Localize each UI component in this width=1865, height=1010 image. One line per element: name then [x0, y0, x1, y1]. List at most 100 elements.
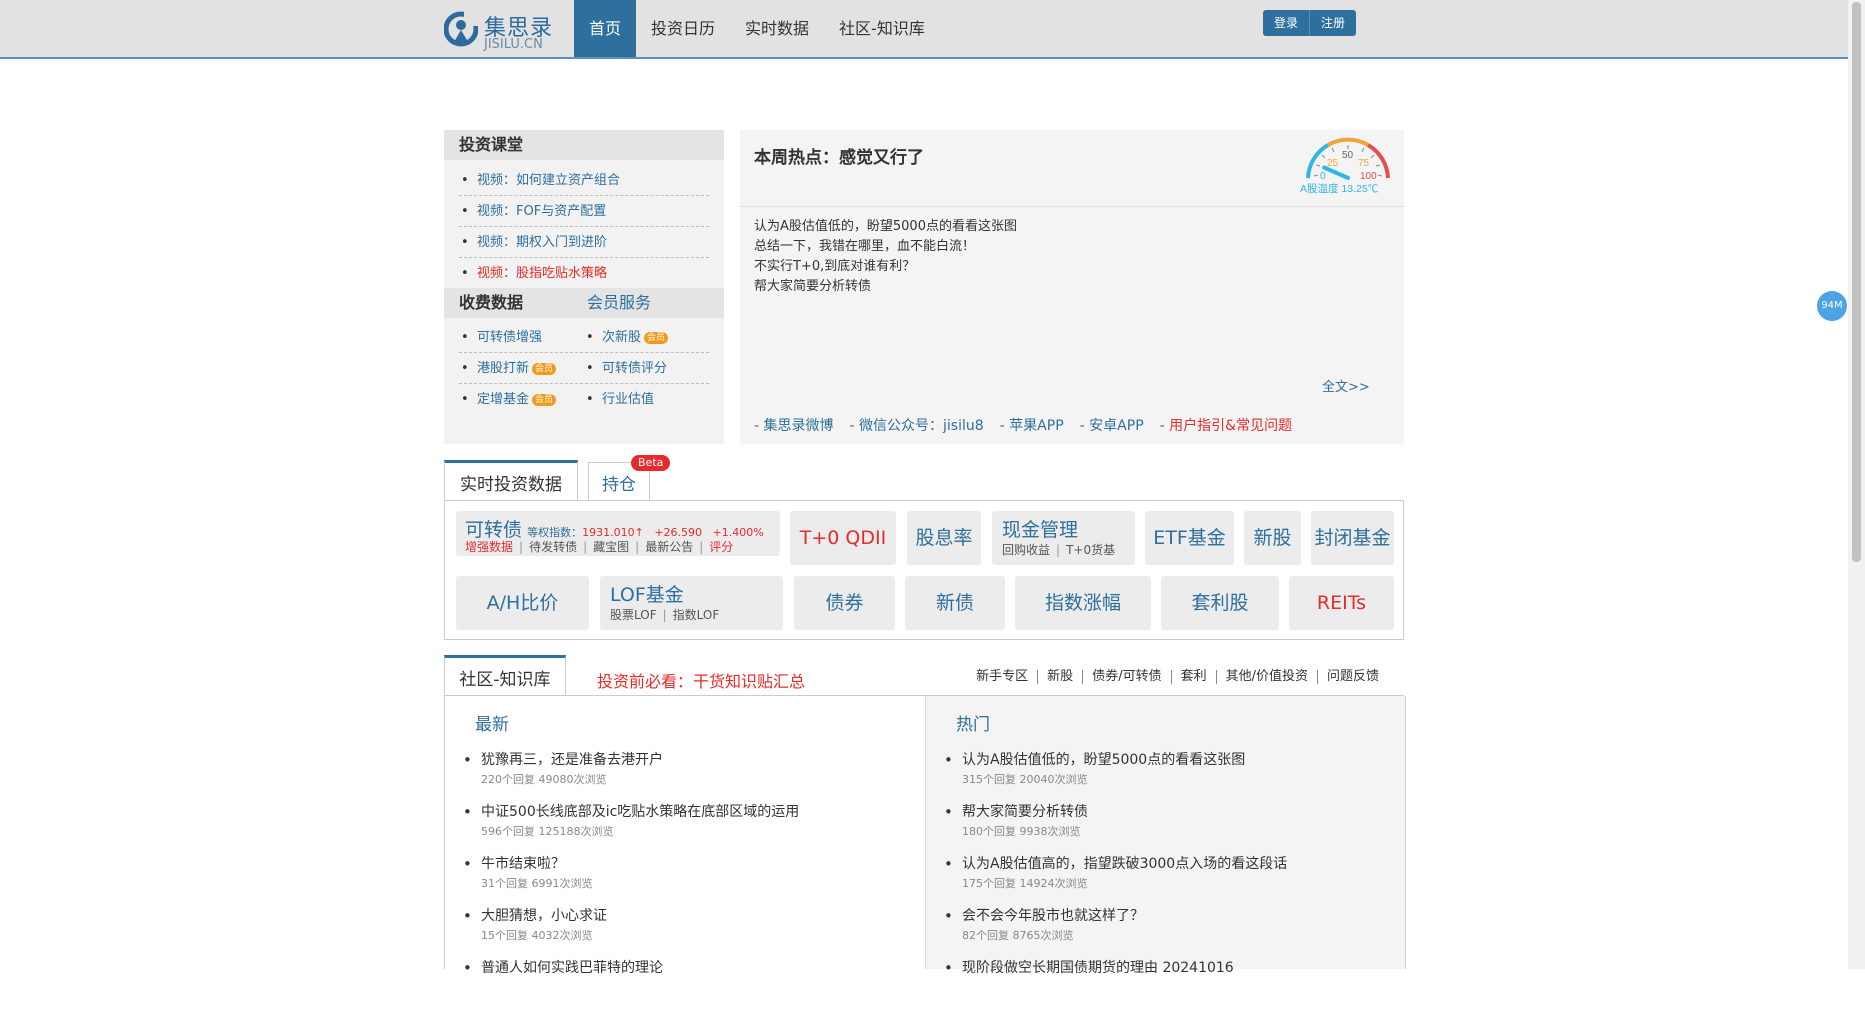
paid-link-kzz-score[interactable]: 可转债评分 [584, 353, 709, 385]
divider: | [583, 540, 588, 554]
post-title[interactable]: 中证500长线底部及ic吃贴水策略在底部区域的运用 [481, 802, 909, 822]
divider: | [635, 540, 640, 554]
kzz-enhanced-link[interactable]: 增强数据 [465, 540, 513, 554]
logo-sub: JISILU.CN [484, 37, 543, 52]
hot-header: 本周热点：感觉又行了 0 25 50 75 100 A股温度 13.25℃ [740, 130, 1404, 207]
course-link[interactable]: 视频：FOF与资产配置 [459, 196, 709, 228]
post-title[interactable]: 认为A股估值高的，指望跌破3000点入场的看这段话 [962, 854, 1390, 874]
hot-line[interactable]: 帮大家简要分析转债 [754, 277, 1390, 297]
kzz-announcements-link[interactable]: 最新公告 [645, 540, 693, 554]
member-service-link[interactable]: 会员服务 [587, 288, 651, 318]
category-ipo[interactable]: 新股 [1037, 670, 1082, 684]
divider: | [1056, 543, 1061, 557]
realtime-tabs: 实时投资数据 持仓 Beta [444, 455, 1404, 502]
vip-badge: 会员 [644, 331, 669, 344]
course-link[interactable]: 视频：期权入门到进阶 [459, 227, 709, 259]
tile-arbitrage-stocks[interactable]: 套利股 [1161, 576, 1279, 630]
category-newbie[interactable]: 新手专区 [967, 670, 1037, 684]
lof-index-link[interactable]: 指数LOF [673, 608, 720, 622]
post-title[interactable]: 现阶段做空长期国债期货的理由 20241016 [962, 958, 1390, 978]
tile-ah-ratio[interactable]: A/H比价 [456, 576, 589, 630]
list-item: 犹豫再三，还是准备去港开户 220个回复 49080次浏览 [459, 750, 909, 802]
nav-calendar[interactable]: 投资日历 [636, 0, 730, 57]
list-item: 牛市结束啦？ 31个回复 6991次浏览 [459, 854, 909, 906]
android-app-link[interactable]: 安卓APP [1080, 415, 1143, 435]
post-title[interactable]: 牛市结束啦？ [481, 854, 909, 874]
hot-title[interactable]: 本周热点：感觉又行了 [754, 143, 924, 168]
paid-label: 定增基金 [477, 392, 530, 407]
register-button[interactable]: 注册 [1310, 10, 1357, 36]
lof-title[interactable]: LOF基金 [610, 580, 684, 607]
paid-link-hk-ipo[interactable]: 港股打新会员 [459, 353, 584, 385]
tile-closed-fund[interactable]: 封闭基金 [1311, 511, 1394, 565]
category-feedback[interactable]: 问题反馈 [1316, 670, 1388, 684]
wechat-link[interactable]: 微信公众号：jisilu8 [850, 415, 984, 435]
tile-cash-management[interactable]: 现金管理 回购收益 | T+0货基 [992, 511, 1135, 565]
tile-new-bonds[interactable]: 新债 [905, 576, 1005, 630]
full-text-link[interactable]: 全文>> [1322, 376, 1370, 395]
floating-badge[interactable]: 94M [1817, 291, 1847, 321]
tile-index-change[interactable]: 指数涨幅 [1015, 576, 1151, 630]
tile-ipo[interactable]: 新股 [1244, 511, 1301, 565]
post-title[interactable]: 犹豫再三，还是准备去港开户 [481, 750, 909, 770]
nav-home[interactable]: 首页 [574, 0, 637, 57]
ios-app-link[interactable]: 苹果APP [1000, 415, 1063, 435]
post-title[interactable]: 帮大家简要分析转债 [962, 802, 1390, 822]
post-title[interactable]: 会不会今年股市也就这样了？ [962, 906, 1390, 926]
divider: | [662, 608, 667, 622]
tile-lof-fund[interactable]: LOF基金 股票LOF | 指数LOF [600, 576, 783, 630]
cash-repo-link[interactable]: 回购收益 [1002, 543, 1050, 557]
kzz-score-link[interactable]: 评分 [709, 540, 733, 554]
kzz-treasure-map-link[interactable]: 藏宝图 [593, 540, 629, 554]
course-link[interactable]: 视频：如何建立资产组合 [459, 165, 709, 197]
lof-stock-link[interactable]: 股票LOF [610, 608, 657, 622]
hot-line[interactable]: 认为A股估值低的，盼望5000点的看看这张图 [754, 217, 1390, 237]
must-read-link[interactable]: 投资前必看：干货知识贴汇总 [597, 668, 805, 692]
divider: | [519, 540, 524, 554]
tile-bonds[interactable]: 债券 [794, 576, 895, 630]
scrollbar-thumb[interactable] [1852, 2, 1861, 562]
hot-posts-column: 热门 认为A股估值低的，盼望5000点的看看这张图 315个回复 20040次浏览… [925, 696, 1406, 978]
login-button[interactable]: 登录 [1263, 10, 1311, 36]
cash-title[interactable]: 现金管理 [1002, 515, 1078, 542]
nav-realtime-data[interactable]: 实时数据 [730, 0, 824, 57]
gauge-tick-100: 100 [1360, 171, 1377, 182]
course-link[interactable]: 视频：股指吃贴水策略 [459, 258, 709, 290]
tile-convertible-bond[interactable]: 可转债 等权指数：1931.010↑ +26.590 +1.400% 增强数据 |… [456, 511, 780, 556]
weibo-link[interactable]: 集思录微博 [754, 415, 834, 435]
kzz-pending-link[interactable]: 待发转债 [529, 540, 577, 554]
tab-community[interactable]: 社区-知识库 [444, 655, 566, 695]
post-meta: 175个回复 14924次浏览 [962, 877, 1088, 890]
courses-list: 视频：如何建立资产组合 视频：FOF与资产配置 视频：期权入门到进阶 视频：股指… [444, 160, 724, 290]
paid-link-sub-new[interactable]: 次新股会员 [584, 322, 709, 354]
app-links: 集思录微博 微信公众号：jisilu8 苹果APP 安卓APP 用户指引&常见问… [754, 415, 1308, 435]
market-temperature-gauge[interactable]: 0 25 50 75 100 A股温度 13.25℃ [1300, 132, 1396, 202]
category-value[interactable]: 其他/价值投资 [1215, 670, 1317, 684]
category-arbitrage[interactable]: 套利 [1170, 670, 1216, 684]
category-bonds[interactable]: 债券/可转债 [1082, 670, 1170, 684]
site-logo[interactable]: 集思录 JISILU.CN [444, 6, 564, 52]
logo-mark-icon [444, 10, 478, 47]
user-guide-link[interactable]: 用户指引&常见问题 [1160, 415, 1292, 435]
tile-reits[interactable]: REITs [1289, 576, 1394, 630]
post-title[interactable]: 大胆猜想，小心求证 [481, 906, 909, 926]
tab-realtime-data[interactable]: 实时投资数据 [444, 460, 578, 502]
paid-link-placement-fund[interactable]: 定增基金会员 [459, 384, 584, 416]
page-scrollbar[interactable] [1848, 0, 1865, 969]
post-title[interactable]: 普通人如何实践巴菲特的理论 [481, 958, 909, 978]
post-title[interactable]: 认为A股估值低的，盼望5000点的看看这张图 [962, 750, 1390, 770]
tile-t0-qdii[interactable]: T+0 QDII [790, 511, 896, 565]
gauge-label: A股温度 13.25℃ [1300, 182, 1379, 195]
post-meta: 596个回复 125188次浏览 [481, 825, 614, 838]
hot-line[interactable]: 不实行T+0,到底对谁有利？ [754, 257, 1390, 277]
hot-line[interactable]: 总结一下，我错在哪里，血不能白流！ [754, 237, 1390, 257]
paid-link-industry-valuation[interactable]: 行业估值 [584, 384, 709, 416]
list-item: 认为A股估值低的，盼望5000点的看看这张图 315个回复 20040次浏览 [940, 750, 1390, 802]
tile-etf-fund[interactable]: ETF基金 [1145, 511, 1234, 565]
paid-link-kzz-enhanced[interactable]: 可转债增强 [459, 322, 584, 354]
cash-t0-fund-link[interactable]: T+0货基 [1066, 543, 1115, 557]
tile-dividend-yield[interactable]: 股息率 [907, 511, 981, 565]
post-meta: 15个回复 4032次浏览 [481, 929, 593, 942]
list-item: 大胆猜想，小心求证 15个回复 4032次浏览 [459, 906, 909, 958]
nav-community[interactable]: 社区-知识库 [824, 0, 940, 57]
